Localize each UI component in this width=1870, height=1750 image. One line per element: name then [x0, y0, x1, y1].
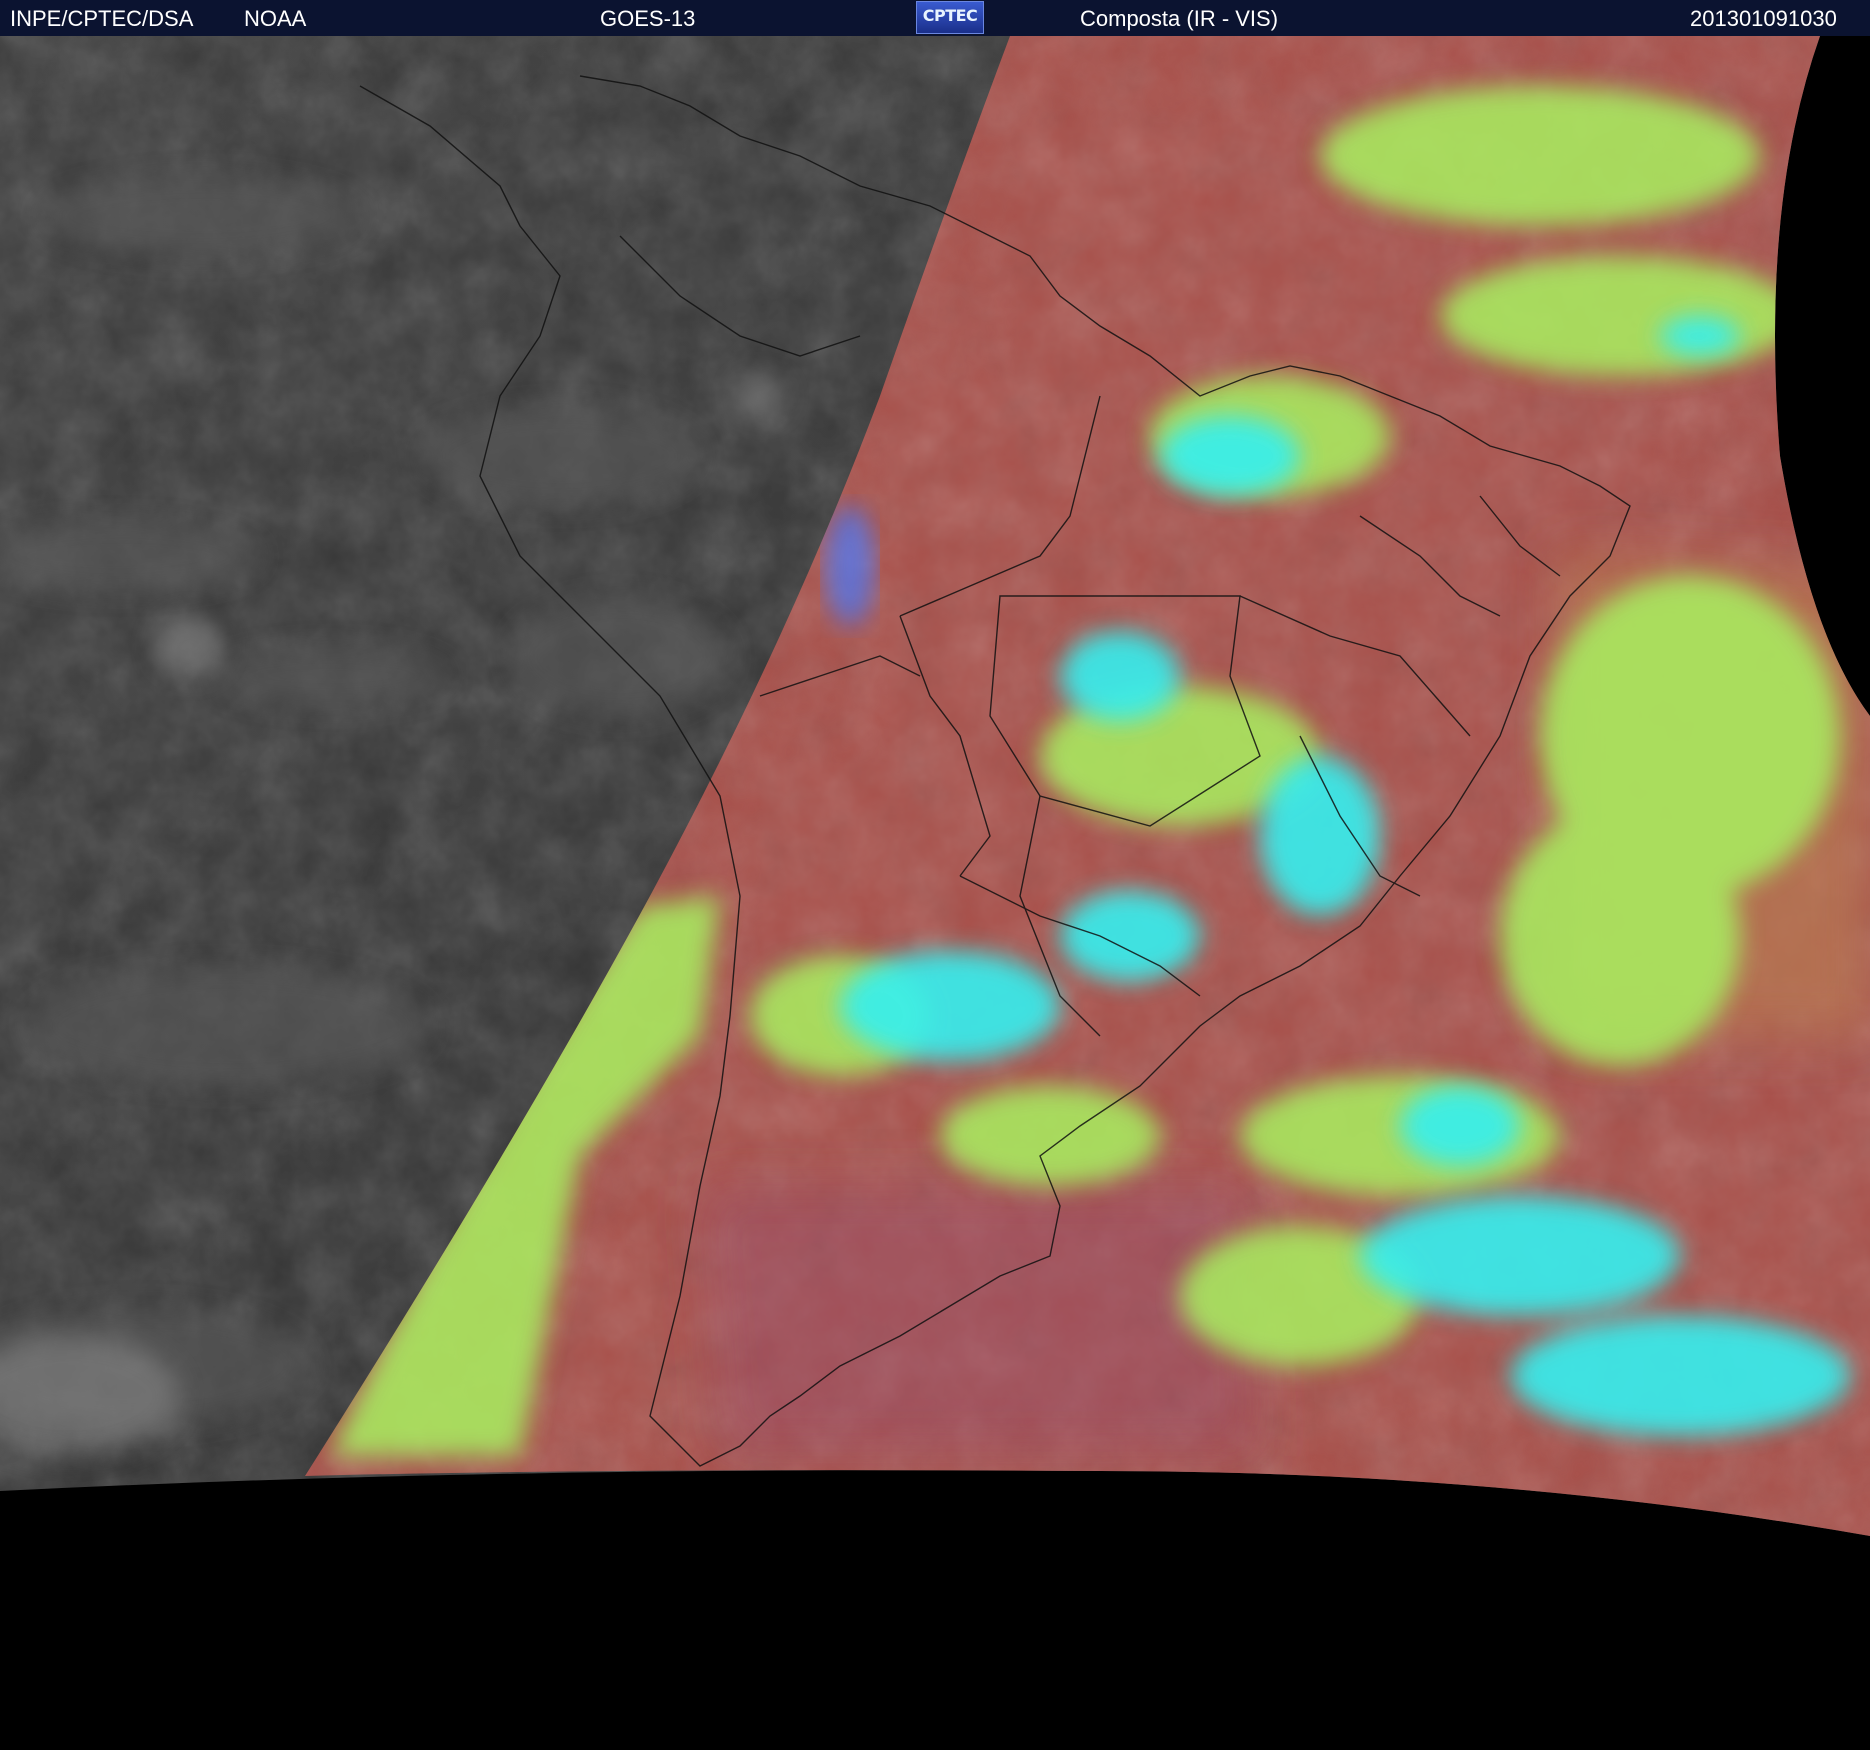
satellite-image [0, 36, 1870, 1750]
source-label: INPE/CPTEC/DSA [10, 6, 194, 31]
timestamp-label: 201301091030 [1690, 6, 1837, 31]
satellite-label: GOES-13 [600, 6, 696, 31]
cptec-logo-text: CPTEC [922, 6, 978, 25]
header-bar: INPE/CPTEC/DSA NOAA GOES-13 CPTEC Compos… [0, 0, 1870, 36]
agency-label: NOAA [244, 6, 307, 31]
product-label: Composta (IR - VIS) [1080, 6, 1279, 31]
cptec-logo: CPTEC [916, 1, 984, 34]
